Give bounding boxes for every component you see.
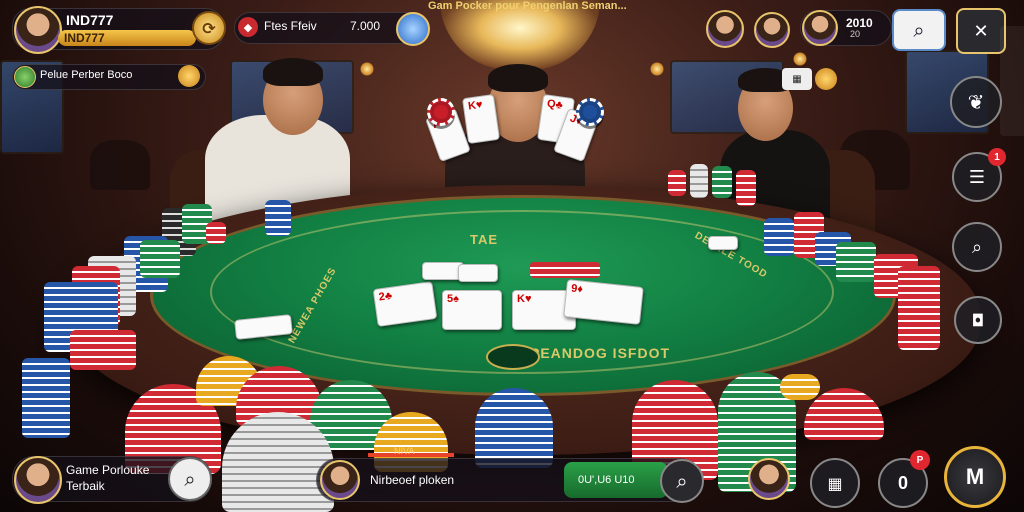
wall-lamp — [793, 52, 807, 66]
opponent-avatar[interactable] — [706, 10, 744, 48]
player-left-hair — [263, 58, 323, 86]
opponent-score: 2010 — [846, 16, 873, 30]
flying-chip — [576, 98, 604, 126]
chip-stack — [475, 388, 553, 468]
chip-stack — [668, 170, 686, 196]
wall-lamp — [360, 62, 374, 76]
side-edge — [1000, 26, 1024, 136]
chip-stack — [70, 330, 136, 370]
m-icon[interactable]: M — [944, 446, 1006, 508]
emoji-icon[interactable] — [815, 68, 837, 90]
player-sub-name: IND777 — [58, 30, 196, 46]
chips-icon[interactable]: ▦ — [810, 458, 860, 508]
status-strip: NIVA — [394, 446, 415, 456]
shuffle-icon[interactable]: ✕ — [956, 8, 1006, 54]
deck-card — [458, 264, 498, 282]
game-title-line1: Game Porlouke — [66, 463, 150, 477]
opponent-avatar[interactable] — [754, 12, 790, 48]
chat-input[interactable]: Nirbeoef ploken — [370, 473, 454, 487]
bet-button[interactable]: 0U',U6 U10 — [564, 462, 668, 498]
chip-stack — [780, 374, 820, 400]
chip-rack — [530, 260, 600, 280]
chip-stack — [206, 222, 226, 244]
chat-avatar[interactable] — [320, 460, 360, 500]
coin-icon[interactable]: ⟳ — [192, 11, 226, 45]
counter-badge: P — [910, 450, 930, 470]
search-icon[interactable]: ⌕ — [660, 459, 704, 503]
host-avatar[interactable] — [14, 456, 62, 504]
chip-stack — [764, 218, 794, 256]
felt-text-main: PEANDOG ISFDOT — [530, 345, 671, 361]
game-title-line2: Terbaik — [66, 479, 105, 493]
chip-stack — [222, 412, 334, 512]
player-avatar-small[interactable] — [748, 458, 790, 500]
chip-stack — [898, 266, 940, 350]
search-icon[interactable]: ⌕ — [892, 9, 946, 51]
felt-text-top: TAE — [470, 232, 499, 247]
chip-stack — [736, 170, 756, 206]
gift-icon[interactable]: ❦ — [950, 76, 1002, 128]
dealer-tag: ▦ — [782, 68, 812, 90]
flag-icon: ◆ — [238, 17, 258, 37]
background-patron — [90, 140, 150, 190]
chip-stack — [712, 166, 732, 198]
search-icon[interactable]: ⌕ — [168, 457, 212, 501]
community-card: 5♠ — [442, 290, 502, 330]
table-icon — [14, 66, 36, 88]
player-avatar[interactable] — [14, 6, 62, 54]
mode-label: Ftes Ffeiv — [264, 19, 317, 33]
player-name: IND777 — [66, 12, 114, 28]
chip-stack — [690, 164, 708, 198]
notification-badge: 1 — [988, 148, 1006, 166]
community-card: 9♦ — [563, 279, 644, 325]
chat-icon[interactable]: ⌕ — [952, 222, 1002, 272]
globe-icon[interactable] — [396, 12, 430, 46]
mode-value: 7.000 — [350, 19, 381, 33]
emoji-icon[interactable] — [178, 65, 200, 87]
flying-chip — [427, 98, 455, 126]
opponent-score-sub: 20 — [850, 29, 861, 39]
opponent-avatar[interactable] — [802, 10, 838, 46]
chip-stack — [265, 200, 291, 236]
robot-icon[interactable]: ◘ — [954, 296, 1002, 344]
felt-logo — [486, 344, 540, 370]
chip-stack — [836, 242, 876, 282]
header-title: Gam Pocker pour Pengenlan Seman... — [428, 0, 627, 12]
chip-stack — [140, 240, 180, 278]
table-label: Pelue Perber Boco — [40, 69, 133, 81]
rack-chips — [530, 262, 600, 278]
chip-stack — [22, 358, 70, 438]
dealer-hair — [488, 64, 548, 92]
wall-lamp — [650, 62, 664, 76]
fan-card: K♥ — [461, 93, 501, 145]
opponent-card — [708, 236, 738, 250]
